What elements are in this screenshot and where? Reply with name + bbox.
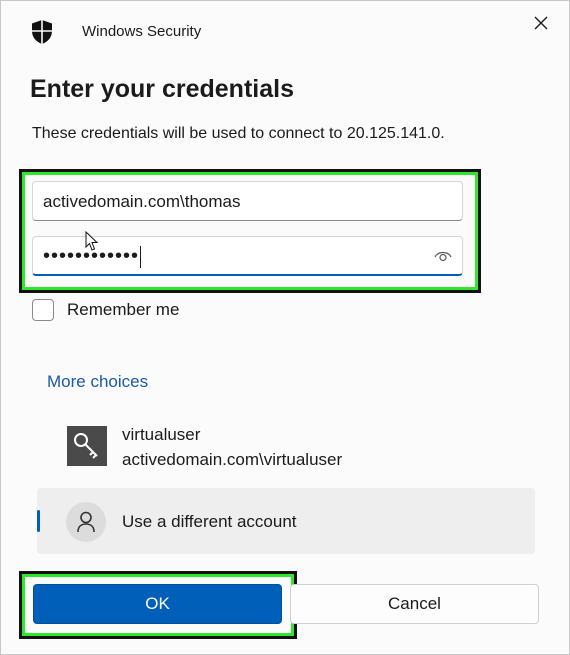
app-title: Windows Security [82, 23, 202, 40]
eye-icon[interactable] [434, 249, 452, 263]
person-icon [66, 502, 106, 542]
mouse-pointer-icon [85, 231, 98, 251]
remember-me-checkbox[interactable] [32, 299, 54, 321]
username-value: activedomain.com\thomas [43, 192, 241, 211]
cancel-button[interactable]: Cancel [290, 584, 539, 624]
selection-indicator [37, 510, 40, 532]
text-caret [140, 245, 142, 268]
account-detail: activedomain.com\virtualuser [122, 450, 343, 469]
account-name: virtualuser [122, 425, 201, 444]
connection-description: These credentials will be used to connec… [32, 125, 445, 142]
account-option-virtualuser[interactable]: virtualuser activedomain.com\virtualuser [37, 415, 535, 481]
remember-me-row[interactable]: Remember me [32, 299, 179, 321]
account-option-different[interactable]: Use a different account [37, 488, 535, 554]
page-title: Enter your credentials [30, 75, 294, 103]
username-field[interactable]: activedomain.com\thomas [32, 181, 463, 221]
key-icon [67, 426, 107, 466]
ok-button[interactable]: OK [33, 584, 282, 624]
close-icon [534, 16, 548, 30]
different-account-label: Use a different account [122, 512, 297, 531]
shield-icon [32, 20, 52, 44]
remember-me-label: Remember me [67, 300, 180, 319]
close-button[interactable] [527, 9, 555, 37]
more-choices-link[interactable]: More choices [47, 372, 148, 392]
title-bar: Windows Security [1, 1, 569, 61]
credentials-dialog: Windows Security Enter your credentials … [0, 0, 570, 655]
